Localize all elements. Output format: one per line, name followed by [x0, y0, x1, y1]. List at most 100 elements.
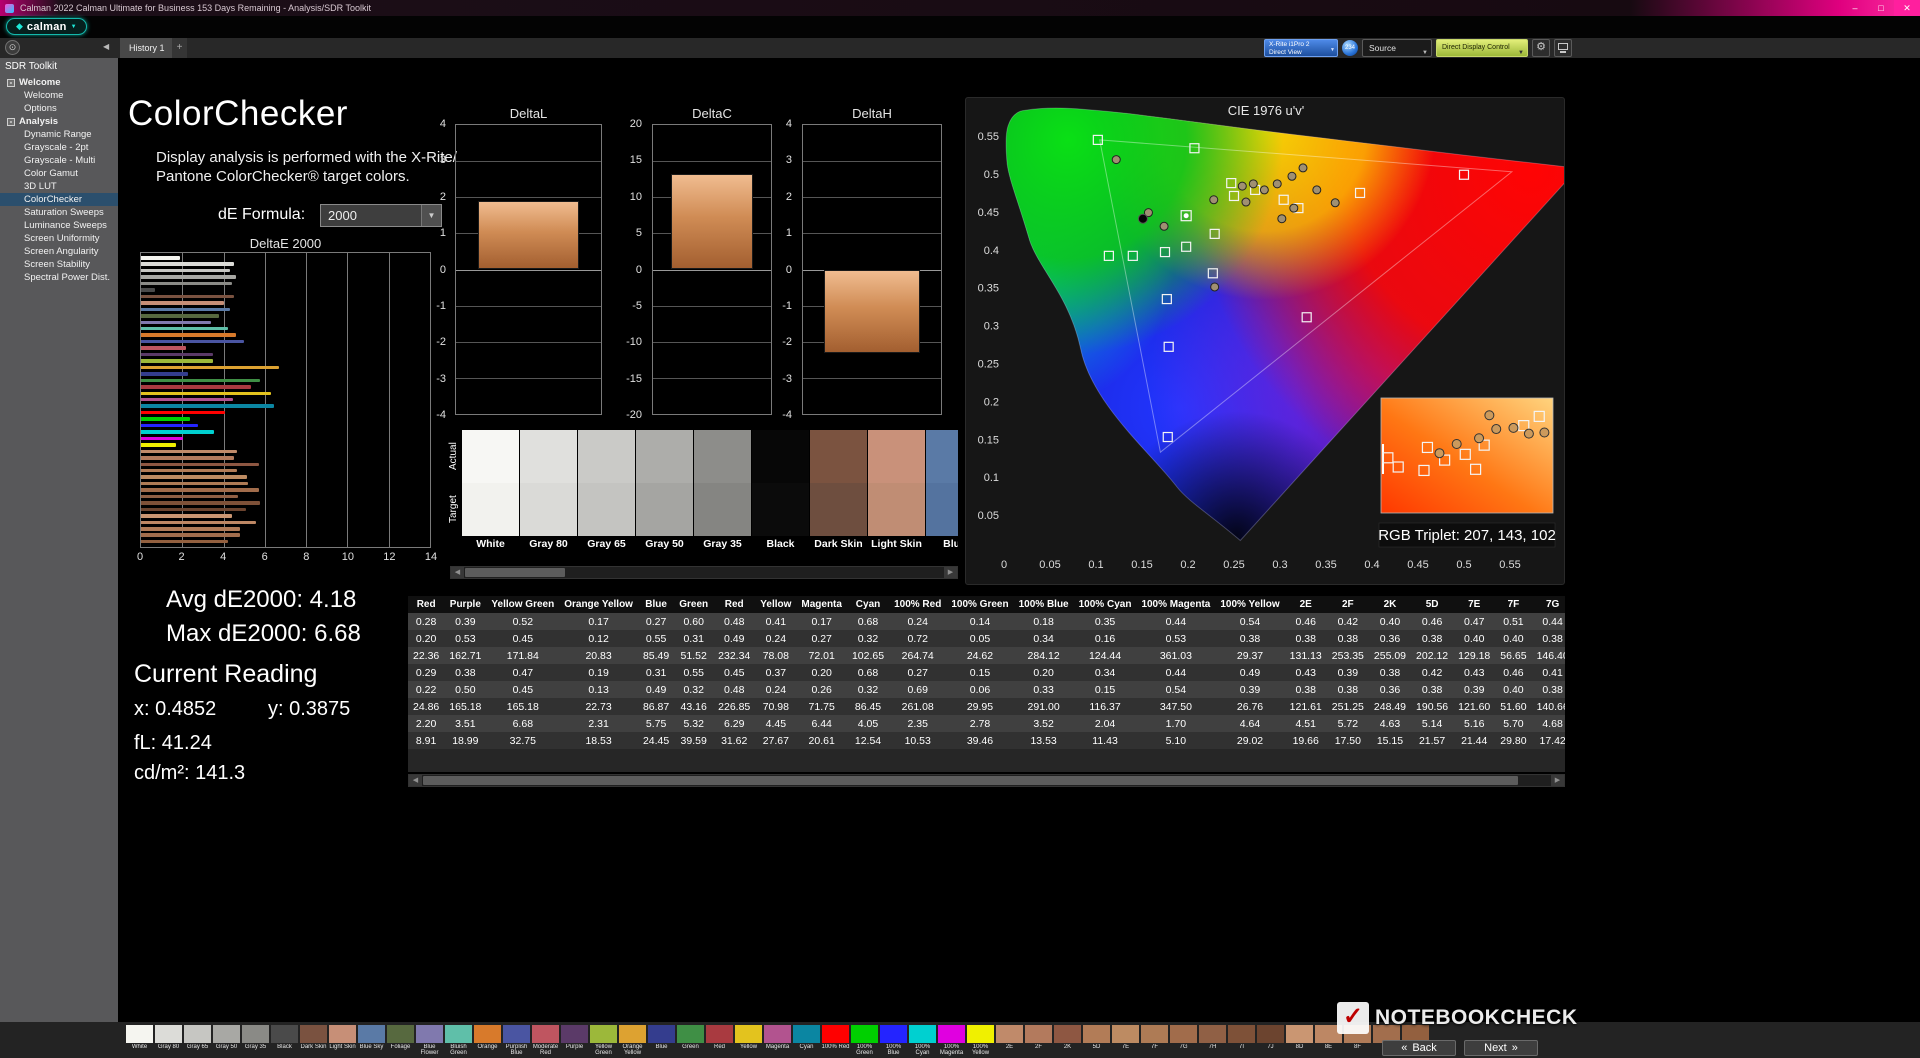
- patch-7g[interactable]: 7G: [1169, 1024, 1198, 1056]
- patch-moderate-red[interactable]: Moderate Red: [531, 1024, 560, 1056]
- patch-bluish-green[interactable]: Bluish Green: [444, 1024, 473, 1056]
- sidebar-collapse-icon[interactable]: ◀: [103, 42, 109, 51]
- patch-blue-sky[interactable]: Blue Sky: [357, 1024, 386, 1056]
- patch-100-cyan[interactable]: 100% Cyan: [908, 1024, 937, 1056]
- patch-gray-80[interactable]: Gray 80: [154, 1024, 183, 1056]
- add-tab-button[interactable]: +: [172, 38, 187, 58]
- patch-green[interactable]: Green: [676, 1024, 705, 1056]
- patch-orange[interactable]: Orange: [473, 1024, 502, 1056]
- swatch-scrollbar[interactable]: ◀ ▶: [450, 566, 958, 579]
- sidebar-item-grayscale-2pt[interactable]: Grayscale - 2pt: [0, 141, 118, 154]
- minimize-button[interactable]: –: [1842, 0, 1868, 16]
- sidebar-item-grayscale-multi[interactable]: Grayscale - Multi: [0, 154, 118, 167]
- patch-yellow[interactable]: Yellow: [734, 1024, 763, 1056]
- patch-7f[interactable]: 7F: [1140, 1024, 1169, 1056]
- sidebar-item-luminance-sweeps[interactable]: Luminance Sweeps: [0, 219, 118, 232]
- patch-5d[interactable]: 5D: [1082, 1024, 1111, 1056]
- patch-7i[interactable]: 7I: [1227, 1024, 1256, 1056]
- meter-status-badge[interactable]: 234: [1342, 40, 1358, 56]
- patch-100-magenta[interactable]: 100% Magenta: [937, 1024, 966, 1056]
- sidebar-item-3d-lut[interactable]: 3D LUT: [0, 180, 118, 193]
- scroll-right-arrow[interactable]: ▶: [1551, 775, 1564, 786]
- tab-history-1[interactable]: History 1: [120, 38, 175, 58]
- sidebar-item-welcome[interactable]: Welcome: [0, 89, 118, 102]
- scroll-left-arrow[interactable]: ◀: [451, 567, 464, 578]
- patch-7j[interactable]: 7J: [1256, 1024, 1285, 1056]
- next-button[interactable]: Next »: [1464, 1040, 1538, 1056]
- patch-light-skin[interactable]: Light Skin: [328, 1024, 357, 1056]
- back-button[interactable]: « Back: [1382, 1040, 1456, 1056]
- display-control-dropdown[interactable]: Direct Display Control ▼: [1436, 39, 1528, 57]
- table-cell: 232.34: [718, 649, 751, 662]
- patch-magenta[interactable]: Magenta: [763, 1024, 792, 1056]
- sidebar-item-screen-stability[interactable]: Screen Stability: [0, 258, 118, 271]
- sidebar-section-analysis[interactable]: - Analysis: [0, 115, 118, 128]
- patch-label: Purple: [565, 1044, 584, 1050]
- tree-expander-icon[interactable]: -: [7, 78, 15, 87]
- notebookcheck-label: NOTEBOOKCHECK: [1375, 1006, 1578, 1029]
- deltae-bar: [141, 359, 214, 363]
- patch-blue[interactable]: Blue: [647, 1024, 676, 1056]
- sidebar-item-colorchecker[interactable]: ColorChecker: [0, 193, 118, 206]
- sidebar-item-saturation-sweeps[interactable]: Saturation Sweeps: [0, 206, 118, 219]
- patch-gray-35[interactable]: Gray 35: [241, 1024, 270, 1056]
- deltah-gridline: [803, 197, 941, 199]
- patch-100-blue[interactable]: 100% Blue: [879, 1024, 908, 1056]
- sidebar-item-dynamic-range[interactable]: Dynamic Range: [0, 128, 118, 141]
- patch-white[interactable]: White: [125, 1024, 154, 1056]
- table-cell: 0.35: [1094, 615, 1116, 628]
- close-button[interactable]: ✕: [1894, 0, 1920, 16]
- sidebar-section-welcome[interactable]: - Welcome: [0, 76, 118, 89]
- tree-expander-icon[interactable]: -: [7, 117, 15, 126]
- patch-purple[interactable]: Purple: [560, 1024, 589, 1056]
- patch-100-green[interactable]: 100% Green: [850, 1024, 879, 1056]
- patch-gray-65[interactable]: Gray 65: [183, 1024, 212, 1056]
- source-dropdown[interactable]: Source ▼: [1362, 39, 1432, 57]
- sidebar-item-screen-uniformity[interactable]: Screen Uniformity: [0, 232, 118, 245]
- patch-label: Dark Skin: [300, 1044, 327, 1050]
- maximize-button[interactable]: □: [1868, 0, 1894, 16]
- table-scrollbar[interactable]: ◀ ▶: [408, 774, 1565, 787]
- calman-menu-button[interactable]: ◆ calman ▼: [6, 18, 87, 35]
- sidebar-item-options[interactable]: Options: [0, 102, 118, 115]
- sidebar-item-screen-angularity[interactable]: Screen Angularity: [0, 245, 118, 258]
- patch-foliage[interactable]: Foliage: [386, 1024, 415, 1056]
- table-cell: 0.17: [811, 615, 832, 628]
- settings-button[interactable]: ⚙: [1532, 39, 1550, 57]
- patch-red[interactable]: Red: [705, 1024, 734, 1056]
- patch-8d[interactable]: 8D: [1285, 1024, 1314, 1056]
- swatch-scrollbar-thumb[interactable]: [465, 568, 565, 577]
- table-scrollbar-thumb[interactable]: [423, 776, 1518, 785]
- table-cell: 71.75: [808, 700, 835, 713]
- patch-100-yellow[interactable]: 100% Yellow: [966, 1024, 995, 1056]
- patch-2e[interactable]: 2E: [995, 1024, 1024, 1056]
- patch-yellow-green[interactable]: Yellow Green: [589, 1024, 618, 1056]
- patch-black[interactable]: Black: [270, 1024, 299, 1056]
- patch-purplish-blue[interactable]: Purplish Blue: [502, 1024, 531, 1056]
- patch-gray-50[interactable]: Gray 50: [212, 1024, 241, 1056]
- patch-label: 100% Magenta: [939, 1044, 964, 1056]
- max-de2000: Max dE2000: 6.68: [166, 620, 361, 647]
- deltae-bar: [141, 539, 228, 544]
- sidebar-item-color-gamut[interactable]: Color Gamut: [0, 167, 118, 180]
- scroll-left-arrow[interactable]: ◀: [409, 775, 422, 786]
- patch-cyan[interactable]: Cyan: [792, 1024, 821, 1056]
- patch-7h[interactable]: 7H: [1198, 1024, 1227, 1056]
- patch-100-red[interactable]: 100% Red: [821, 1024, 850, 1056]
- patch-2f[interactable]: 2F: [1024, 1024, 1053, 1056]
- patch-7e[interactable]: 7E: [1111, 1024, 1140, 1056]
- scroll-right-arrow[interactable]: ▶: [944, 567, 957, 578]
- meter-button[interactable]: X-Rite i1Pro 2 Direct View ▼: [1264, 39, 1338, 57]
- sidebar-item-spectral-power-dist[interactable]: Spectral Power Dist.: [0, 271, 118, 284]
- patch-color: [1025, 1025, 1052, 1043]
- patch-2k[interactable]: 2K: [1053, 1024, 1082, 1056]
- patch-label: 7G: [1179, 1044, 1188, 1050]
- patch-blue-flower[interactable]: Blue Flower: [415, 1024, 444, 1056]
- table-cell: 22.36: [413, 649, 440, 662]
- display-button[interactable]: [1554, 39, 1572, 57]
- patch-label: Green: [682, 1044, 699, 1050]
- cie-zoom-inset: [1380, 397, 1554, 514]
- patch-orange-yellow[interactable]: Orange Yellow: [618, 1024, 647, 1056]
- workflow-menu-button[interactable]: ⊙: [5, 40, 20, 55]
- patch-dark-skin[interactable]: Dark Skin: [299, 1024, 328, 1056]
